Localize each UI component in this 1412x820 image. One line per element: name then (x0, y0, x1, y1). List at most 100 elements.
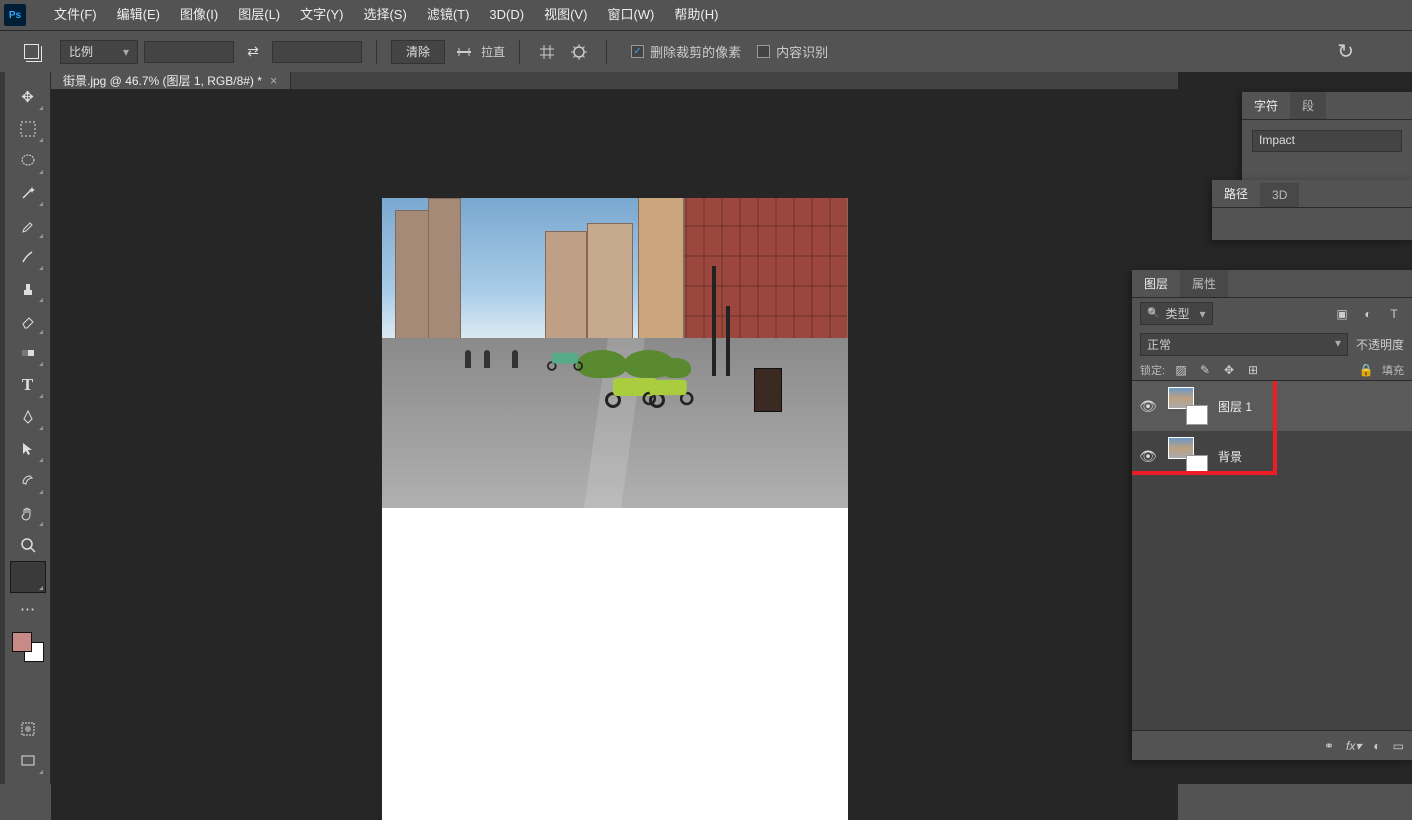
filter-adjust-icon[interactable]: ◐ (1358, 304, 1378, 324)
layers-footer: ⚭ fx▾ ◐ ▭ (1132, 730, 1412, 760)
crop-settings-icon[interactable] (566, 39, 592, 65)
layer-fx-icon[interactable]: fx▾ (1346, 739, 1361, 753)
divider (606, 40, 607, 64)
tab-paragraph[interactable]: 段 (1290, 92, 1326, 119)
crop-tool-indicator[interactable] (18, 39, 44, 65)
straighten-icon[interactable] (451, 39, 477, 65)
lock-position-icon[interactable]: ✥ (1221, 362, 1237, 378)
layer-filter-kind-select[interactable]: 类型 (1140, 302, 1213, 325)
reset-icon[interactable]: ↻ (1337, 39, 1354, 64)
document-tab[interactable]: 街景.jpg @ 46.7% (图层 1, RGB/8#) * × (51, 72, 291, 89)
tab-character[interactable]: 字符 (1242, 92, 1290, 119)
menu-edit[interactable]: 编辑(E) (107, 0, 170, 30)
tool-palette: ✥ T ⋯ (5, 72, 51, 784)
image-content (382, 198, 848, 508)
menu-3d[interactable]: 3D(D) (479, 0, 534, 30)
color-swatches[interactable] (12, 632, 44, 662)
right-panel-dock: 字符 段 Impact 路径 3D 图层 属性 类型 ▣ ◐ T (1178, 72, 1412, 784)
eraser-tool[interactable] (11, 306, 45, 336)
visibility-icon[interactable]: 👁 (1138, 398, 1158, 415)
tab-3d[interactable]: 3D (1260, 183, 1299, 207)
lock-all-icon[interactable]: 🔒 (1358, 362, 1374, 378)
screen-mode-tool[interactable] (11, 746, 45, 776)
content-aware-checkbox[interactable]: 内容识别 (757, 42, 828, 61)
straighten-label[interactable]: 拉直 (481, 43, 505, 60)
tab-properties[interactable]: 属性 (1180, 270, 1228, 297)
layer-list: 👁 图层 1 👁 背景 (1132, 380, 1412, 730)
lock-artboard-icon[interactable]: ⊞ (1245, 362, 1261, 378)
path-select-tool[interactable] (11, 434, 45, 464)
new-group-icon[interactable]: ▭ (1393, 739, 1404, 753)
divider (519, 40, 520, 64)
menu-type[interactable]: 文字(Y) (290, 0, 353, 30)
close-icon[interactable]: × (270, 73, 278, 88)
delete-pixels-label: 删除裁剪的像素 (650, 42, 741, 61)
document-canvas[interactable] (382, 198, 848, 820)
menu-layer[interactable]: 图层(L) (228, 0, 290, 30)
fill-label: 填充 (1382, 362, 1404, 378)
menu-view[interactable]: 视图(V) (534, 0, 597, 30)
menu-filter[interactable]: 滤镜(T) (417, 0, 480, 30)
link-layers-icon[interactable]: ⚭ (1324, 739, 1334, 753)
gradient-tool[interactable] (11, 338, 45, 368)
workspace: 街景.jpg @ 46.7% (图层 1, RGB/8#) * × (51, 72, 1178, 784)
layer-thumbnail[interactable] (1168, 437, 1208, 475)
hand-tool[interactable] (11, 498, 45, 528)
eyedropper-tool[interactable] (11, 210, 45, 240)
menu-select[interactable]: 选择(S) (353, 0, 416, 30)
layer-row[interactable]: 👁 图层 1 (1132, 381, 1412, 431)
canvas-area[interactable] (51, 90, 1178, 820)
swap-ratio-icon[interactable]: ⇄ (240, 39, 266, 65)
quick-mask-tool[interactable] (11, 714, 45, 744)
ratio-preset-select[interactable]: 比例 (60, 40, 138, 64)
layer-mask-icon[interactable]: ◐ (1373, 739, 1380, 753)
layer-thumbnail[interactable] (1168, 387, 1208, 425)
pen-tool[interactable] (11, 402, 45, 432)
move-tool[interactable]: ✥ (11, 82, 45, 112)
menu-bar: Ps 文件(F) 编辑(E) 图像(I) 图层(L) 文字(Y) 选择(S) 滤… (0, 0, 1412, 30)
menu-image[interactable]: 图像(I) (170, 0, 228, 30)
brush-tool[interactable] (11, 242, 45, 272)
lock-pixels-icon[interactable]: ✎ (1197, 362, 1213, 378)
lock-transparent-icon[interactable]: ▨ (1173, 362, 1189, 378)
document-tab-bar: 街景.jpg @ 46.7% (图层 1, RGB/8#) * × (51, 72, 1178, 90)
lasso-tool[interactable] (11, 146, 45, 176)
app-logo: Ps (4, 4, 26, 26)
layer-row[interactable]: 👁 背景 (1132, 431, 1412, 481)
divider (376, 40, 377, 64)
clear-button[interactable]: 清除 (391, 40, 445, 64)
ratio-label: 比例 (69, 43, 93, 60)
marquee-tool[interactable] (11, 114, 45, 144)
ratio-height-input[interactable] (272, 41, 362, 63)
zoom-tool[interactable] (11, 530, 45, 560)
edit-toolbar[interactable]: ⋯ (11, 594, 45, 624)
clone-stamp-tool[interactable] (11, 274, 45, 304)
menu-file[interactable]: 文件(F) (44, 0, 107, 30)
character-panel[interactable]: 字符 段 Impact (1242, 92, 1412, 182)
filter-type-icon[interactable]: T (1384, 304, 1404, 324)
paths-panel[interactable]: 路径 3D (1212, 180, 1412, 240)
layer-name[interactable]: 图层 1 (1218, 398, 1252, 415)
delete-cropped-pixels-checkbox[interactable]: 删除裁剪的像素 (631, 42, 741, 61)
menu-window[interactable]: 窗口(W) (597, 0, 664, 30)
ratio-width-input[interactable] (144, 41, 234, 63)
opacity-label: 不透明度 (1356, 336, 1404, 353)
magic-wand-tool[interactable] (11, 178, 45, 208)
options-bar: 比例 ⇄ 清除 拉直 删除裁剪的像素 内容识别 ↻ (0, 30, 1412, 72)
tab-layers[interactable]: 图层 (1132, 270, 1180, 297)
tab-paths[interactable]: 路径 (1212, 180, 1260, 207)
layers-panel[interactable]: 图层 属性 类型 ▣ ◐ T 正常 不透明度 锁定: ▨ ✎ ✥ ⊞ � (1132, 270, 1412, 760)
blend-mode-select[interactable]: 正常 (1140, 333, 1348, 356)
font-family-select[interactable]: Impact (1252, 130, 1402, 152)
type-tool[interactable]: T (11, 370, 45, 400)
visibility-icon[interactable]: 👁 (1138, 448, 1158, 465)
grid-overlay-icon[interactable] (534, 39, 560, 65)
checkbox-icon (757, 45, 770, 58)
filter-image-icon[interactable]: ▣ (1332, 304, 1352, 324)
layer-name[interactable]: 背景 (1218, 448, 1242, 465)
checkbox-icon (631, 45, 644, 58)
crop-tool[interactable] (11, 562, 45, 592)
menu-help[interactable]: 帮助(H) (664, 0, 728, 30)
lock-label: 锁定: (1140, 362, 1165, 378)
shape-tool[interactable] (11, 466, 45, 496)
